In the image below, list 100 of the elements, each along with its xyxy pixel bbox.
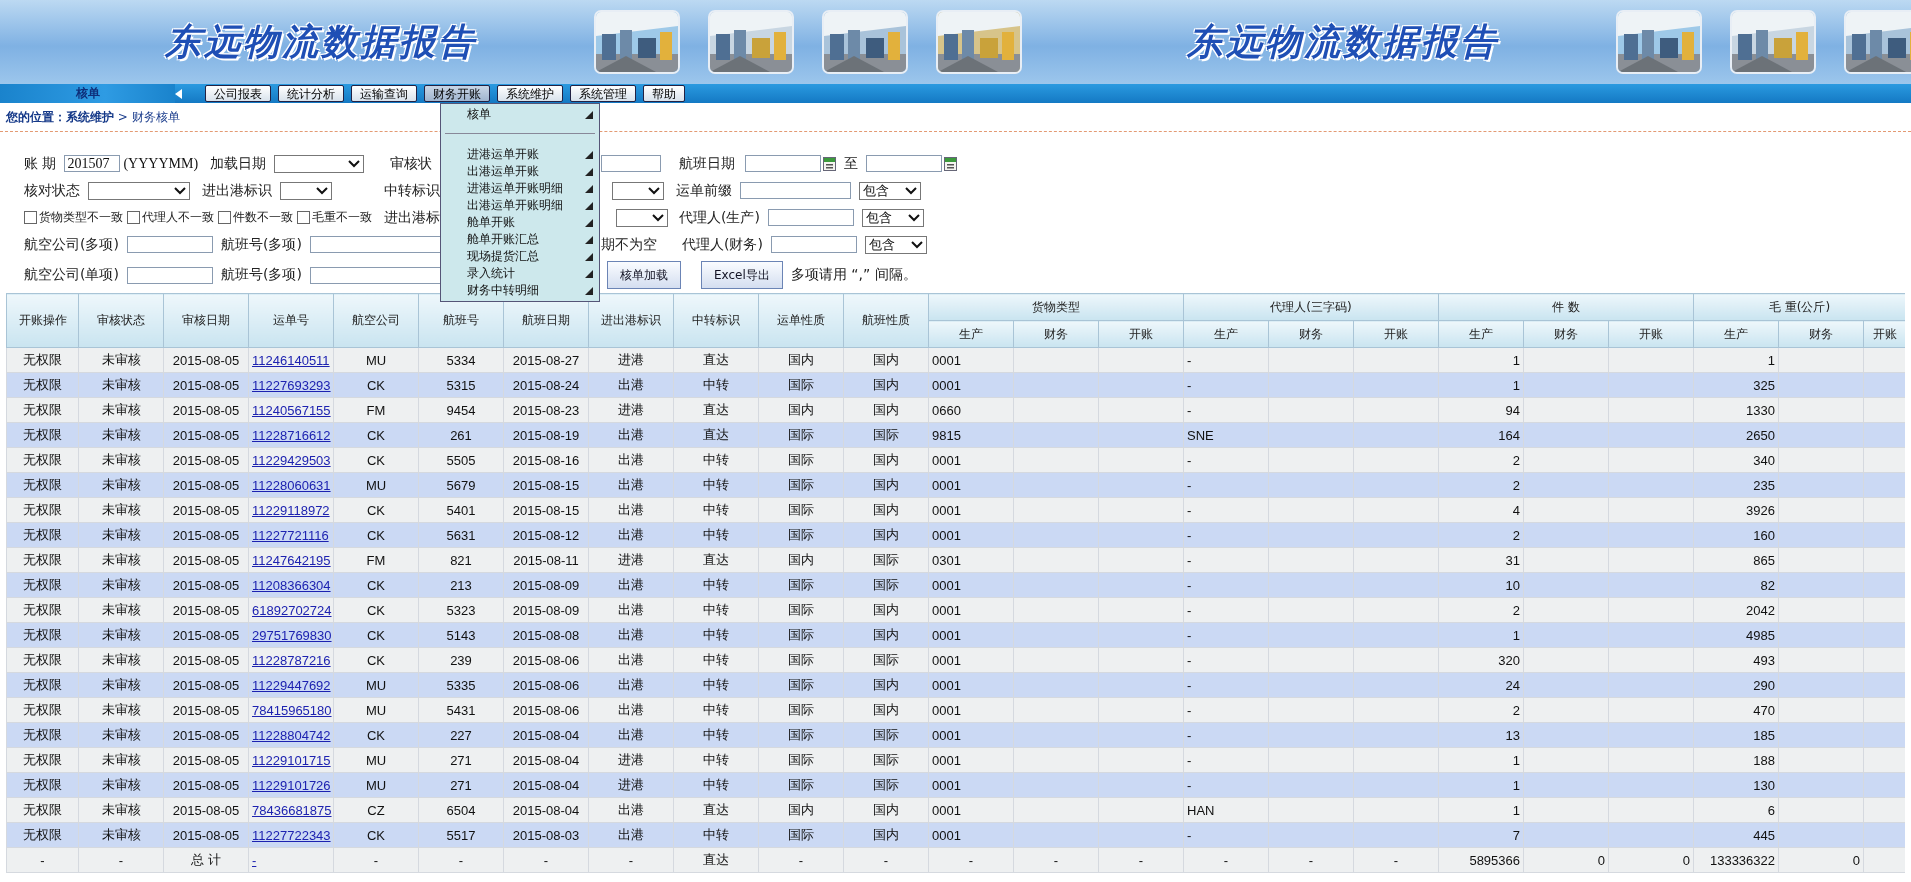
waybill-link[interactable]: - bbox=[252, 852, 257, 868]
table-cell: 国内 bbox=[843, 397, 929, 423]
dropdown[interactable] bbox=[616, 208, 668, 227]
menu-item[interactable]: 进港运单开账 bbox=[441, 146, 599, 163]
chevron-icon bbox=[910, 240, 923, 249]
table-cell: 出港 bbox=[588, 622, 674, 648]
table-cell: 235 bbox=[1693, 472, 1779, 498]
checkbox-label: 件数不一致 bbox=[233, 209, 293, 226]
table-cell: 3926 bbox=[1693, 497, 1779, 523]
table-cell: 出港 bbox=[588, 372, 674, 398]
table-cell: 2015-08-23 bbox=[503, 397, 589, 423]
input-field[interactable] bbox=[309, 266, 440, 284]
table-cell: 2015-08-03 bbox=[503, 822, 589, 848]
table-cell: 2015-08-05 bbox=[163, 522, 249, 548]
column-header: 生产 bbox=[1183, 320, 1269, 348]
column-header: 开账操作 bbox=[6, 293, 79, 348]
menu-item[interactable]: 舱单开账 bbox=[441, 214, 599, 231]
table-cell: CK bbox=[333, 622, 419, 648]
input-field[interactable] bbox=[126, 236, 213, 253]
table-cell: 中转 bbox=[673, 472, 759, 498]
table-cell: 未审核 bbox=[78, 372, 164, 398]
nav-tab[interactable]: 系统管理 bbox=[570, 85, 636, 102]
table-cell: 2015-08-05 bbox=[163, 347, 249, 373]
table-cell: 国内 bbox=[843, 472, 929, 498]
table-cell: - bbox=[1183, 622, 1269, 648]
table-cell: FM bbox=[333, 397, 419, 423]
section-title: 核单 bbox=[0, 84, 175, 103]
input-field[interactable] bbox=[770, 236, 857, 253]
table-cell: 2015-08-05 bbox=[163, 747, 249, 773]
action-button[interactable]: Excel导出 bbox=[701, 261, 783, 289]
input-field[interactable] bbox=[309, 236, 440, 253]
table-cell: 直达 bbox=[673, 422, 759, 448]
nav-tab[interactable]: 统计分析 bbox=[278, 85, 344, 102]
menu-item[interactable]: 出港运单开账 bbox=[441, 163, 599, 180]
nav-tab[interactable]: 帮助 bbox=[643, 85, 685, 102]
checkbox[interactable] bbox=[24, 211, 37, 224]
menu-item[interactable]: 现场提货汇总 bbox=[441, 248, 599, 265]
field-label: 航空公司(多项) bbox=[24, 235, 119, 254]
table-cell: 1 bbox=[1438, 372, 1524, 398]
table-cell: 国际 bbox=[758, 497, 844, 523]
table-cell: 2015-08-06 bbox=[503, 697, 589, 723]
table-cell: 国际 bbox=[758, 447, 844, 473]
menu-item[interactable]: 录入统计 bbox=[441, 265, 599, 282]
checkbox[interactable] bbox=[218, 211, 231, 224]
dropdown[interactable] bbox=[280, 181, 332, 200]
table-cell: - bbox=[1013, 847, 1099, 873]
column-group-header: 件 数 bbox=[1438, 293, 1694, 321]
dropdown[interactable]: 包含 bbox=[864, 235, 927, 254]
table-cell: 188 bbox=[1693, 747, 1779, 773]
date-field[interactable] bbox=[745, 155, 821, 172]
dropdown[interactable]: 包含 bbox=[861, 208, 924, 227]
table-cell: 1 bbox=[1693, 347, 1779, 373]
table-cell: 未审核 bbox=[78, 822, 164, 848]
menu-item[interactable]: 出港运单开账明细 bbox=[441, 197, 599, 214]
table-cell: 94 bbox=[1438, 397, 1524, 423]
table-cell: 直达 bbox=[673, 547, 759, 573]
nav-tab[interactable]: 公司报表 bbox=[205, 85, 271, 102]
table-cell: 未审核 bbox=[78, 797, 164, 823]
table-cell: 271 bbox=[418, 772, 504, 798]
chevron-icon bbox=[907, 213, 920, 222]
table-cell: 0 bbox=[1523, 847, 1609, 873]
table-cell: 0001 bbox=[928, 522, 1014, 548]
table-cell: 5631 bbox=[418, 522, 504, 548]
table-cell: 中转 bbox=[673, 722, 759, 748]
field-label: 多项请用 “,” 间隔。 bbox=[790, 266, 917, 284]
menu-item[interactable]: 舱单开账汇总 bbox=[441, 231, 599, 248]
input-field[interactable] bbox=[601, 155, 661, 172]
menu-item[interactable]: 核单 bbox=[441, 106, 599, 123]
table-cell: 470 bbox=[1693, 697, 1779, 723]
input-field[interactable] bbox=[767, 209, 854, 226]
table-cell: CK bbox=[333, 447, 419, 473]
field-label: 航班日期 bbox=[679, 154, 735, 173]
action-button[interactable]: 核单加载 bbox=[607, 261, 681, 289]
dropdown[interactable]: 包含 bbox=[859, 181, 921, 200]
field-label: 账 期 bbox=[24, 154, 57, 173]
table-cell: 2015-08-05 bbox=[163, 822, 249, 848]
table-cell: 2015-08-05 bbox=[163, 497, 249, 523]
table-cell: MU bbox=[333, 697, 419, 723]
table-cell: - bbox=[1183, 772, 1269, 798]
nav-tab[interactable]: 系统维护 bbox=[497, 85, 563, 102]
table-cell: 2015-08-19 bbox=[503, 422, 589, 448]
table-cell: - bbox=[1183, 572, 1269, 598]
table-cell: 无权限 bbox=[6, 497, 79, 523]
dropdown[interactable] bbox=[612, 181, 664, 200]
column-header: 财务 bbox=[1013, 320, 1099, 348]
input-field[interactable] bbox=[740, 182, 851, 199]
table-cell: 2015-08-05 bbox=[163, 597, 249, 623]
checkbox[interactable] bbox=[297, 211, 310, 224]
table-cell: - bbox=[333, 847, 419, 873]
input-field[interactable]: 201507 bbox=[64, 155, 121, 172]
nav-tab[interactable]: 运输查询 bbox=[351, 85, 417, 102]
table-cell: 出港 bbox=[588, 822, 674, 848]
table-cell: 2015-08-04 bbox=[503, 797, 589, 823]
nav-tab[interactable]: 财务开账 bbox=[424, 85, 490, 102]
date-field[interactable] bbox=[866, 155, 942, 172]
table-cell: - bbox=[1183, 697, 1269, 723]
input-field[interactable] bbox=[126, 266, 213, 284]
table-cell: 中转 bbox=[673, 597, 759, 623]
checkbox[interactable] bbox=[127, 211, 140, 224]
menu-item[interactable]: 进港运单开账明细 bbox=[441, 180, 599, 197]
